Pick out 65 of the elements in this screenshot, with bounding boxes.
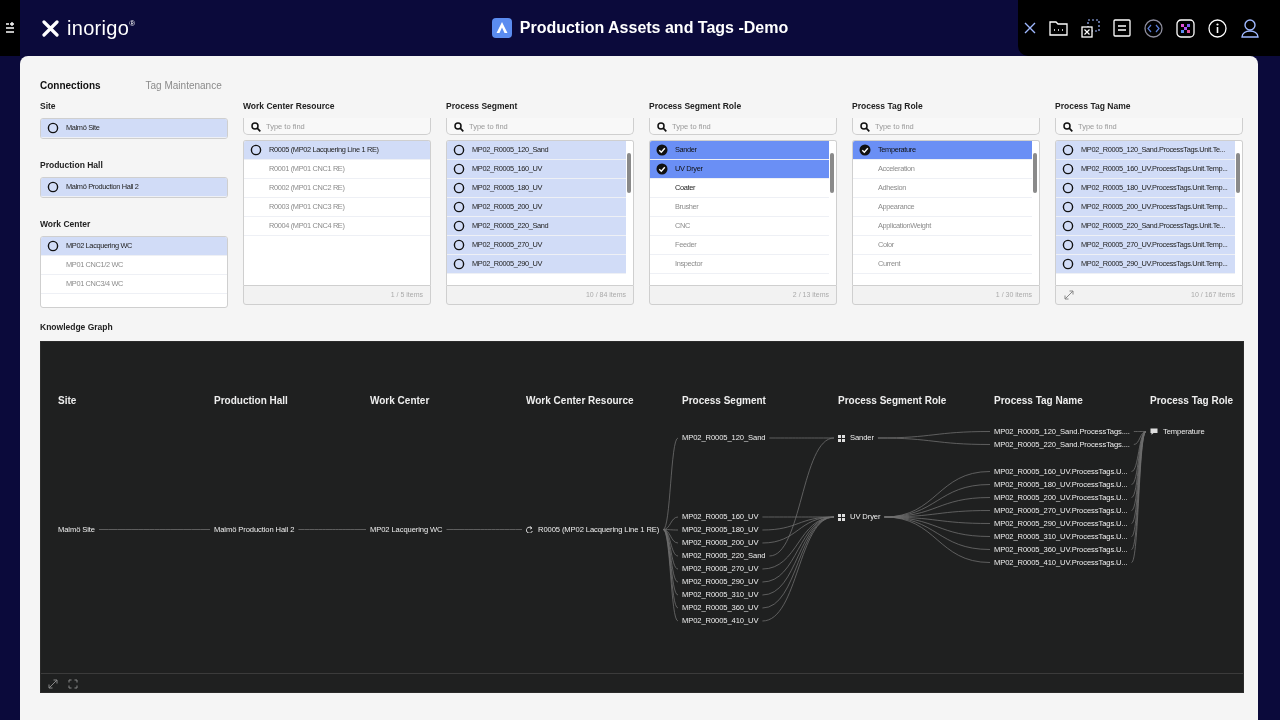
radio-icon — [1062, 182, 1074, 194]
close-icon[interactable] — [1024, 22, 1036, 34]
search-icon — [1063, 122, 1073, 132]
radio-icon — [453, 220, 465, 232]
fullscreen-icon[interactable] — [68, 678, 78, 689]
logo-text: inorigo$^{®}$ — [67, 16, 136, 41]
logo-icon — [42, 19, 59, 37]
radio-icon — [453, 201, 465, 213]
menu-icon[interactable] — [5, 22, 15, 34]
radio-icon — [453, 258, 465, 270]
radio-icon — [47, 240, 59, 252]
grid-icon — [838, 434, 845, 442]
edge-line — [298, 529, 367, 530]
filter-title: Process Segment Role — [649, 100, 743, 113]
radio-icon — [1062, 144, 1074, 156]
comment-icon — [1150, 428, 1158, 435]
column-header: Site — [58, 394, 77, 408]
document-icon[interactable] — [1113, 19, 1131, 37]
search-icon — [657, 122, 667, 132]
search-icon — [251, 122, 261, 132]
checked-icon — [859, 144, 871, 156]
radio-icon — [47, 122, 59, 134]
search-icon — [454, 122, 464, 132]
radio-icon — [1062, 163, 1074, 175]
filter-title: Production Hall — [40, 159, 104, 172]
section-title: Knowledge Graph — [40, 321, 114, 334]
app-title: Production Assets and Tags -Demo — [519, 18, 789, 38]
filter-title: Process Tag Name — [1055, 100, 1132, 113]
column-header: Process Segment — [682, 394, 766, 408]
column-header: Process Tag Name — [994, 394, 1083, 408]
filter-title: Site — [40, 100, 57, 113]
radio-icon — [453, 163, 465, 175]
radio-icon — [453, 144, 465, 156]
radio-icon — [453, 239, 465, 251]
filter-title: Work Center — [40, 218, 92, 231]
radio-icon — [1062, 258, 1074, 270]
search-icon — [860, 122, 870, 132]
column-header: Process Tag Role — [1150, 394, 1234, 408]
folder-icon[interactable] — [1049, 19, 1068, 37]
column-header: Production Hall — [214, 394, 288, 408]
radio-icon — [250, 144, 262, 156]
radio-icon — [1062, 239, 1074, 251]
column-header: Process Segment Role — [838, 394, 947, 408]
expand-icon[interactable] — [48, 678, 58, 689]
radio-icon — [47, 181, 59, 193]
radio-icon — [453, 182, 465, 194]
grid-icon — [838, 513, 845, 521]
app-icon — [491, 18, 512, 38]
user-icon[interactable] — [1240, 18, 1260, 38]
selection-delete-icon[interactable] — [1081, 18, 1100, 38]
radio-icon — [1062, 220, 1074, 232]
info-icon[interactable] — [1208, 18, 1227, 38]
checked-icon — [656, 144, 668, 156]
filter-title: Process Segment — [446, 100, 519, 113]
checked-icon — [656, 163, 668, 175]
tab[interactable]: Connections — [40, 71, 101, 100]
expand-icon — [1064, 290, 1074, 300]
filter-title: Work Center Resource — [243, 100, 336, 113]
grid-icon[interactable] — [1176, 18, 1195, 38]
radio-icon — [1062, 201, 1074, 213]
filter-title: Process Tag Role — [852, 100, 924, 113]
column-header: Work Center — [370, 394, 430, 408]
cycle-icon — [526, 526, 533, 533]
code-icon[interactable] — [1144, 18, 1163, 38]
column-header: Work Center Resource — [526, 394, 634, 408]
